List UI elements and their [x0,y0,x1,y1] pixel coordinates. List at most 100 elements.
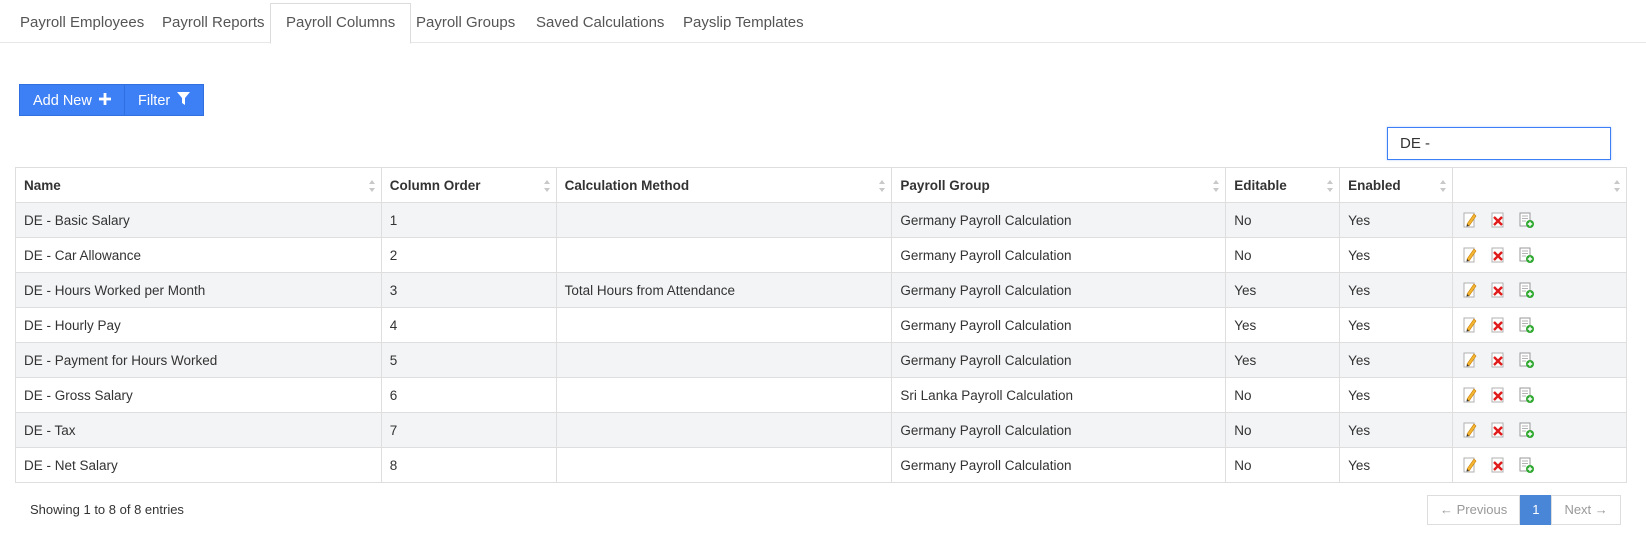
cell-name: DE - Hourly Pay [15,307,382,343]
column-header-name[interactable]: Name [15,167,382,203]
column-header-calculation-method[interactable]: Calculation Method [555,167,893,203]
edit-icon[interactable] [1461,281,1479,299]
cell-name: DE - Basic Salary [15,202,382,238]
cell-actions [1452,307,1627,343]
tab-payroll-reports[interactable]: Payroll Reports [147,3,280,43]
column-header-editable[interactable]: Editable [1225,167,1341,203]
sort-icon [543,180,550,192]
cell-column-order: 3 [380,272,557,308]
sort-icon [1440,180,1447,192]
copy-icon[interactable] [1517,211,1535,229]
tab-saved-calculations[interactable]: Saved Calculations [521,3,679,43]
pagination: ← Previous 1 Next → [1427,495,1621,525]
tab-payroll-columns[interactable]: Payroll Columns [270,3,412,44]
delete-icon[interactable] [1489,351,1507,369]
cell-editable: Yes [1225,342,1341,378]
cell-calculation-method [555,307,893,343]
cell-actions [1452,272,1627,308]
cell-editable: No [1225,237,1341,273]
cell-name: DE - Net Salary [15,447,382,483]
sort-icon [1614,180,1620,192]
table-row: DE - Car Allowance 2 Germany Payroll Calcu… [15,237,1627,273]
edit-icon[interactable] [1461,211,1479,229]
cell-payroll-group: Germany Payroll Calculation [891,307,1227,343]
table-row: DE - Tax 7 Germany Payroll Calculation No Ye… [15,412,1627,448]
cell-payroll-group: Germany Payroll Calculation [891,342,1227,378]
table-row: DE - Gross Salary 6 Sri Lanka Payroll Calc… [15,377,1627,413]
copy-icon[interactable] [1517,351,1535,369]
page-1-button[interactable]: 1 [1520,495,1552,525]
column-header-enabled[interactable]: Enabled [1339,167,1454,203]
edit-icon[interactable] [1461,421,1479,439]
cell-actions [1452,342,1627,378]
cell-editable: No [1225,412,1341,448]
delete-icon[interactable] [1489,246,1507,264]
add-new-button[interactable]: Add New [19,84,125,116]
cell-enabled: Yes [1339,272,1454,308]
cell-column-order: 5 [380,342,557,378]
add-new-label: Add New [33,93,92,109]
cell-enabled: Yes [1339,447,1454,483]
cell-calculation-method: Total Hours from Attendance [555,272,893,308]
sort-icon [1213,180,1220,192]
delete-icon[interactable] [1489,316,1507,334]
edit-icon[interactable] [1461,316,1479,334]
tab-payslip-templates[interactable]: Payslip Templates [668,3,819,43]
filter-button[interactable]: Filter [124,84,205,117]
edit-icon[interactable] [1461,351,1479,369]
delete-icon[interactable] [1489,421,1507,439]
cell-actions [1452,237,1627,273]
tab-payroll-groups[interactable]: Payroll Groups [401,3,530,43]
cell-name: DE - Hours Worked per Month [15,272,382,308]
copy-icon[interactable] [1517,386,1535,404]
column-header-payroll-group[interactable]: Payroll Group [891,167,1227,203]
cell-enabled: Yes [1339,377,1454,413]
column-header-actions[interactable] [1452,167,1627,203]
copy-icon[interactable] [1517,316,1535,334]
cell-actions [1452,202,1627,238]
cell-enabled: Yes [1339,307,1454,343]
cell-calculation-method [555,237,893,273]
cell-enabled: Yes [1339,202,1454,238]
cell-editable: Yes [1225,307,1341,343]
cell-calculation-method [555,202,893,238]
cell-calculation-method [555,412,893,448]
sort-icon [879,180,886,192]
cell-actions [1452,412,1627,448]
cell-editable: No [1225,447,1341,483]
payroll-columns-table: Name Column Order Calculation Method Pay… [15,167,1627,483]
cell-column-order: 6 [380,377,557,413]
cell-column-order: 4 [380,307,557,343]
cell-payroll-group: Germany Payroll Calculation [891,202,1227,238]
edit-icon[interactable] [1461,246,1479,264]
delete-icon[interactable] [1489,281,1507,299]
table-row: DE - Hours Worked per Month 3 Total Hours … [15,272,1627,308]
copy-icon[interactable] [1517,281,1535,299]
column-header-column-order[interactable]: Column Order [380,167,557,203]
cell-calculation-method [555,377,893,413]
previous-page-button[interactable]: ← Previous [1427,495,1521,525]
cell-enabled: Yes [1339,412,1454,448]
delete-icon[interactable] [1489,211,1507,229]
cell-name: DE - Car Allowance [15,237,382,273]
tab-payroll-employees[interactable]: Payroll Employees [5,3,159,43]
cell-column-order: 1 [380,202,557,238]
funnel-icon [177,85,191,117]
table-row: DE - Payment for Hours Worked 5 Germany Pa… [15,342,1627,378]
edit-icon[interactable] [1461,456,1479,474]
copy-icon[interactable] [1517,421,1535,439]
delete-icon[interactable] [1489,386,1507,404]
sort-icon [1327,180,1334,192]
next-page-button[interactable]: Next → [1551,495,1621,525]
search-input[interactable] [1387,127,1611,160]
cell-column-order: 8 [380,447,557,483]
cell-enabled: Yes [1339,237,1454,273]
copy-icon[interactable] [1517,246,1535,264]
edit-icon[interactable] [1461,386,1479,404]
table-row: DE - Net Salary 8 Germany Payroll Calculat… [15,447,1627,483]
table-row: DE - Hourly Pay 4 Germany Payroll Calculat… [15,307,1627,343]
cell-editable: Yes [1225,272,1341,308]
cell-name: DE - Payment for Hours Worked [15,342,382,378]
delete-icon[interactable] [1489,456,1507,474]
copy-icon[interactable] [1517,456,1535,474]
